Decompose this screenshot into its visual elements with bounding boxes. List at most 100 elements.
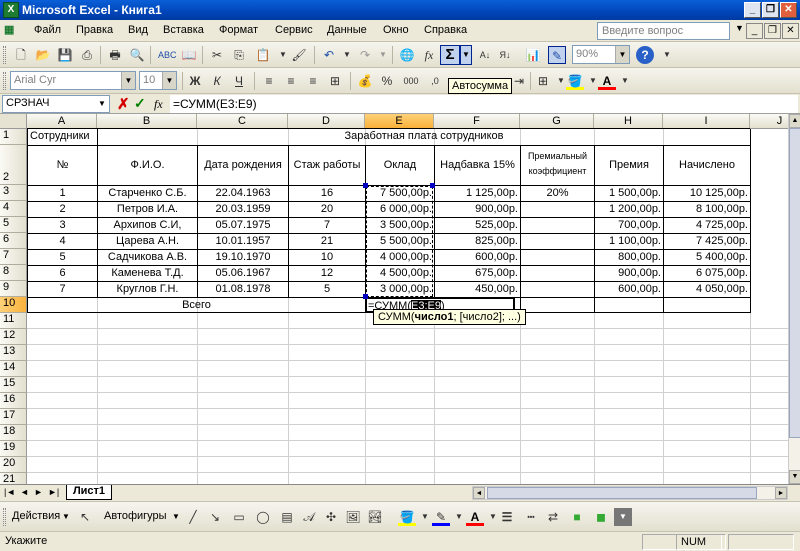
function-hint-tooltip[interactable]: СУММ(число1; [число2]; ...) (373, 309, 526, 325)
header-accrued[interactable]: Начислено (664, 146, 750, 185)
textbox-icon[interactable]: ▤ (278, 508, 296, 526)
enter-icon[interactable]: ✓ (134, 95, 146, 112)
cell-coef[interactable]: 20% (521, 186, 594, 201)
cell-num[interactable]: 4 (28, 234, 97, 249)
redo-icon[interactable]: ↷ (356, 46, 374, 64)
first-sheet-icon[interactable]: |◄ (4, 487, 15, 497)
name-box[interactable]: СРЗНАЧ ▼ (2, 95, 110, 113)
menu-insert[interactable]: Вставка (163, 24, 204, 36)
total-label[interactable]: Всего (28, 298, 365, 312)
cell-bonus[interactable]: 600,00р. (435, 250, 520, 265)
permission-icon[interactable]: ⎙ (78, 46, 96, 64)
prev-sheet-icon[interactable]: ◄ (20, 487, 29, 497)
line-icon[interactable]: ╱ (184, 508, 202, 526)
cell-premium[interactable]: 1 500,00р. (595, 186, 663, 201)
cell-fio[interactable]: Каменева Т.Д. (98, 266, 197, 281)
select-all-corner[interactable] (0, 114, 27, 129)
merge-center-icon[interactable]: ⊞ (326, 72, 344, 90)
autoshapes-dropdown-icon[interactable]: ▼ (172, 512, 180, 521)
tab-sheet1[interactable]: Лист1 (66, 485, 112, 500)
cell-fio[interactable]: Архипов С.И, (98, 218, 197, 233)
doc-icon[interactable]: ▦ (4, 23, 14, 36)
open-icon[interactable]: 📂 (34, 46, 52, 64)
cell-birth[interactable]: 20.03.1959 (198, 202, 288, 217)
dash-style-icon[interactable]: ┅ (522, 508, 540, 526)
percent-button[interactable]: % (378, 72, 396, 90)
cell-coef[interactable] (521, 202, 594, 217)
row-header-19[interactable]: 19 (0, 441, 27, 457)
toolbar-options-icon[interactable]: ▼ (658, 46, 676, 64)
autosum-dropdown-icon[interactable]: ▼ (460, 45, 472, 65)
new-icon[interactable]: 🗋 (12, 46, 30, 64)
copy-icon[interactable]: ⎘ (230, 46, 248, 64)
header-bonus15[interactable]: Надбавка 15% (435, 146, 520, 185)
currency-icon[interactable]: 💰 (356, 72, 374, 90)
cell-accrued[interactable]: 8 100,00р. (664, 202, 750, 217)
header-birth[interactable]: Дата рождения (198, 146, 288, 185)
column-header-e[interactable]: E (365, 114, 434, 129)
3d-style-icon[interactable]: ◼ (592, 508, 610, 526)
autosum-button[interactable]: Σ (440, 45, 460, 65)
oval-icon[interactable]: ◯ (254, 508, 272, 526)
fill-color-icon[interactable]: 🪣 (566, 72, 584, 90)
row-header-15[interactable]: 15 (0, 377, 27, 393)
cell-experience[interactable]: 16 (289, 186, 365, 201)
cell-premium[interactable]: 800,00р. (595, 250, 663, 265)
diagram-icon[interactable]: ✣ (322, 508, 340, 526)
font-name-combo[interactable]: Arial Cyr ▼ (10, 71, 136, 90)
sort-ascending-icon[interactable]: A↓ (476, 46, 494, 64)
row-header-4[interactable]: 4 (0, 201, 27, 217)
menu-help[interactable]: Справка (424, 24, 467, 36)
row-header-9[interactable]: 9 (0, 281, 27, 297)
scroll-down-icon[interactable]: ▼ (789, 470, 800, 484)
row-header-8[interactable]: 8 (0, 265, 27, 281)
underline-button[interactable]: Ч (230, 72, 248, 90)
print-icon[interactable]: 🖶 (106, 46, 124, 64)
cell-coef[interactable] (521, 234, 594, 249)
cell-experience[interactable]: 10 (289, 250, 365, 265)
cell-experience[interactable]: 7 (289, 218, 365, 233)
scroll-up-icon[interactable]: ▲ (789, 114, 800, 128)
row-header-6[interactable]: 6 (0, 233, 27, 249)
research-icon[interactable]: 📖 (180, 46, 198, 64)
range-handle[interactable] (430, 183, 435, 188)
cancel-icon[interactable]: ✗ (117, 95, 130, 113)
column-header-a[interactable]: A (27, 114, 97, 129)
cell-accrued[interactable]: 5 400,00р. (664, 250, 750, 265)
insert-function-icon[interactable]: fx (420, 46, 438, 64)
cell-num[interactable]: 7 (28, 282, 97, 297)
help-icon[interactable]: ? (636, 46, 654, 64)
save-icon[interactable]: 💾 (56, 46, 74, 64)
cell-accrued[interactable]: 10 125,00р. (664, 186, 750, 201)
help-search-input[interactable]: Введите вопрос (597, 22, 730, 40)
cell-num[interactable]: 1 (28, 186, 97, 201)
font-name-dropdown-icon[interactable]: ▼ (121, 72, 135, 89)
help-dropdown-icon[interactable]: ▼ (735, 23, 744, 33)
cell-accrued[interactable]: 4 050,00р. (664, 282, 750, 297)
column-header-f[interactable]: F (434, 114, 520, 129)
cell-fio[interactable]: Петров И.А. (98, 202, 197, 217)
clipart-icon[interactable]: 🖼 (344, 508, 362, 526)
thousands-button[interactable]: 000 (402, 72, 420, 90)
cell-bonus[interactable]: 900,00р. (435, 202, 520, 217)
select-objects-icon[interactable]: ↖ (76, 508, 94, 526)
menu-file[interactable]: Файл (34, 24, 61, 36)
cell-coef[interactable] (521, 218, 594, 233)
doc-close-button[interactable]: ✕ (782, 23, 799, 39)
bold-button[interactable]: Ж (186, 72, 204, 90)
font-size-dropdown-icon[interactable]: ▼ (162, 72, 176, 89)
drawing-icon[interactable]: ✎ (548, 46, 566, 64)
row-header-21[interactable]: 21 (0, 473, 27, 484)
last-sheet-icon[interactable]: ►| (48, 487, 59, 497)
font-color-icon[interactable]: A (598, 72, 616, 90)
print-preview-icon[interactable]: 🔍 (128, 46, 146, 64)
cell-accrued[interactable]: 7 425,00р. (664, 234, 750, 249)
undo-icon[interactable]: ↶ (320, 46, 338, 64)
cell-bonus[interactable]: 1 125,00р. (435, 186, 520, 201)
header-premium[interactable]: Премия (595, 146, 663, 185)
font-color-dropdown-icon[interactable]: ▼ (616, 72, 634, 90)
cell-fio[interactable]: Царева А.Н. (98, 234, 197, 249)
menu-edit[interactable]: Правка (76, 24, 113, 36)
column-header-g[interactable]: G (520, 114, 594, 129)
column-header-b[interactable]: B (97, 114, 197, 129)
